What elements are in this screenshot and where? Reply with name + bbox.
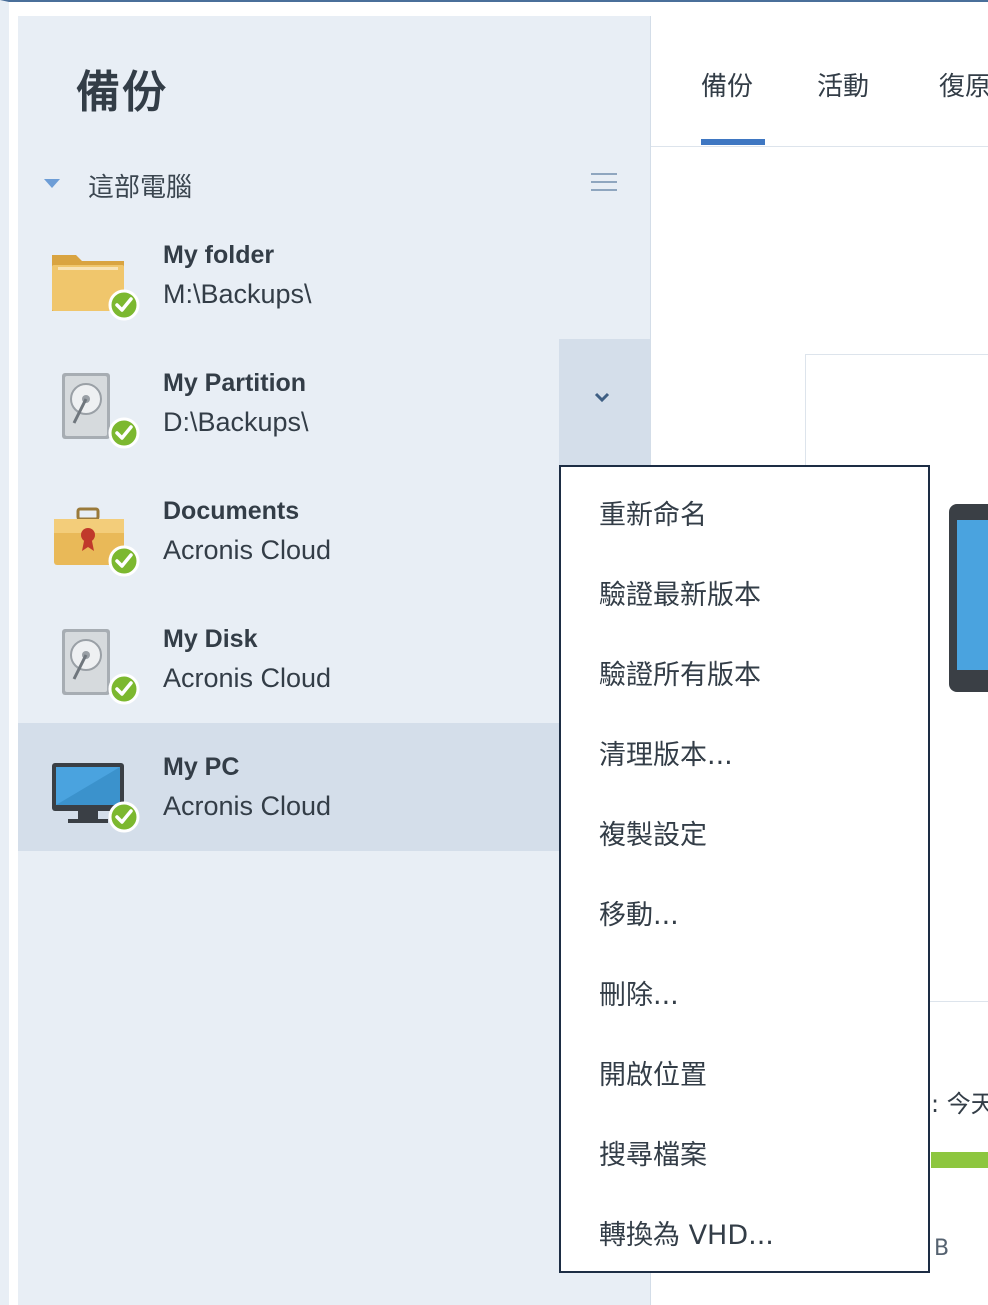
menu-item-label: 複製設定 [599, 820, 707, 851]
last-backup-status: : 今天 [931, 1090, 988, 1118]
backup-location: D:\Backups\ [163, 407, 309, 437]
tab-bar: 備份 活動 復原 [651, 16, 988, 147]
tab-recovery[interactable]: 復原 [939, 66, 988, 103]
monitor-icon [52, 763, 140, 833]
backup-name: My PC [163, 753, 240, 781]
backup-name: My Partition [163, 369, 307, 397]
menu-item-label: 清理版本... [599, 740, 733, 771]
backup-name: Documents [163, 497, 300, 525]
section-this-computer[interactable]: 這部電腦 [18, 161, 650, 211]
backup-name: My Disk [163, 625, 258, 653]
storage-size-text: B [934, 1236, 950, 1261]
menu-item-label: 移動... [599, 900, 679, 931]
menu-item-open-location[interactable]: 開啟位置 [561, 1027, 928, 1107]
page-title: 備份 [76, 67, 168, 118]
backup-location: Acronis Cloud [163, 535, 332, 565]
backup-item-my-disk[interactable]: My Disk Acronis Cloud [18, 595, 650, 723]
menu-item-clean-up-versions[interactable]: 清理版本... [561, 707, 928, 787]
backup-context-menu: 重新命名 驗證最新版本 驗證所有版本 清理版本... 複製設定 移動... 刪除… [559, 465, 930, 1273]
backup-item-my-pc[interactable]: My PC Acronis Cloud [18, 723, 650, 851]
menu-item-validate-all[interactable]: 驗證所有版本 [561, 627, 928, 707]
menu-item-move[interactable]: 移動... [561, 867, 928, 947]
backup-item-my-folder[interactable]: My folder M:\Backups\ [18, 211, 650, 339]
tab-backup[interactable]: 備份 [701, 66, 753, 103]
menu-item-label: 刪除... [599, 980, 679, 1011]
menu-item-delete[interactable]: 刪除... [561, 947, 928, 1027]
menu-item-label: 搜尋檔案 [599, 1140, 707, 1171]
briefcase-icon [54, 507, 140, 577]
menu-item-clone-settings[interactable]: 複製設定 [561, 787, 928, 867]
tab-activity[interactable]: 活動 [817, 66, 869, 103]
hard-disk-icon [62, 373, 140, 449]
backup-item-my-partition[interactable]: My Partition D:\Backups\ [18, 339, 650, 467]
chevron-down-icon [594, 392, 610, 403]
backup-location: M:\Backups\ [163, 279, 312, 309]
storage-progress-bar [931, 1152, 988, 1168]
backup-options-button[interactable] [559, 339, 650, 467]
hard-disk-icon [62, 629, 140, 705]
menu-item-label: 開啟位置 [599, 1060, 707, 1091]
folder-icon [52, 255, 140, 321]
hamburger-menu-icon[interactable] [591, 171, 617, 193]
computer-screen [957, 520, 988, 670]
menu-item-label: 驗證最新版本 [599, 580, 761, 611]
backup-name: My folder [163, 241, 275, 269]
menu-item-validate-latest[interactable]: 驗證最新版本 [561, 547, 928, 627]
menu-item-search-files[interactable]: 搜尋檔案 [561, 1107, 928, 1187]
app-window: 備份 這部電腦 My folder M:\Backups\ My Partiti… [0, 0, 988, 1305]
computer-image [949, 504, 988, 692]
backup-item-documents[interactable]: Documents Acronis Cloud [18, 467, 650, 595]
backup-location: Acronis Cloud [163, 791, 332, 821]
collapse-arrow-icon[interactable] [44, 179, 60, 188]
active-tab-indicator [701, 139, 765, 145]
menu-item-label: 驗證所有版本 [599, 660, 761, 691]
section-label: 這部電腦 [88, 173, 193, 203]
menu-item-convert-to-vhd[interactable]: 轉換為 VHD... [561, 1187, 928, 1267]
backup-sidebar: 備份 這部電腦 My folder M:\Backups\ My Partiti… [18, 16, 651, 1305]
menu-item-rename[interactable]: 重新命名 [561, 467, 928, 547]
menu-item-label: 轉換為 VHD... [599, 1220, 774, 1251]
menu-item-label: 重新命名 [599, 500, 707, 531]
backup-location: Acronis Cloud [163, 663, 332, 693]
